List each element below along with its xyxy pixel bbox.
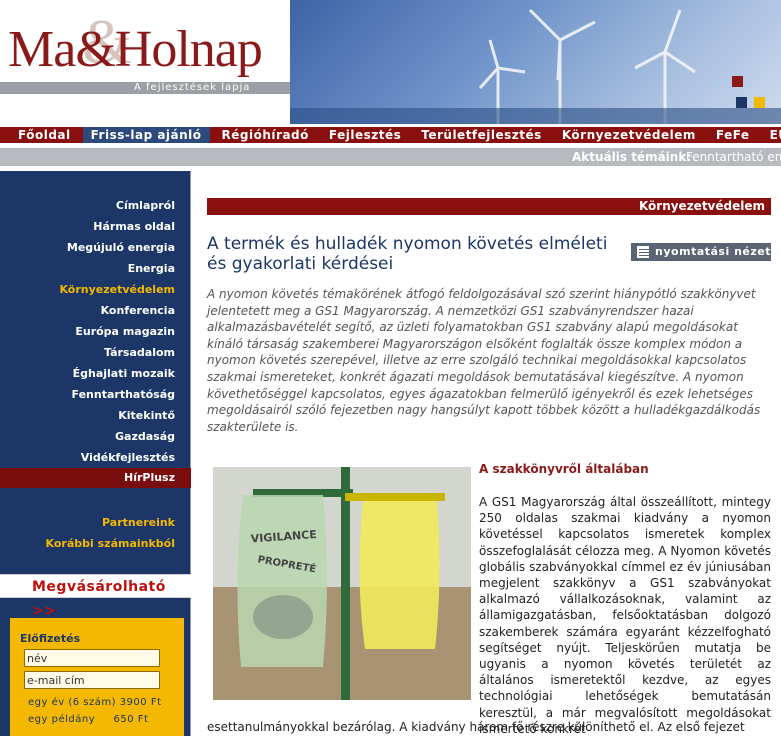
sidebar-item-partnereink[interactable]: Partnereink xyxy=(102,516,175,529)
topics-label: Aktuális témáink: xyxy=(572,150,692,164)
sidebar-item-gazdasag[interactable]: Gazdaság xyxy=(115,430,175,443)
sidebar-item-korabbi-szamaink[interactable]: Korábbi számainkból xyxy=(46,537,175,550)
section-subhead: A szakkönyvről általában xyxy=(479,462,649,476)
main-nav: Főoldal Friss-lap ajánló Régióhíradó Fej… xyxy=(0,127,781,143)
logo-subtitle: A fejlesztések lapja xyxy=(134,82,251,93)
topics-ticker: Aktuális témáink: Fenntartható ene xyxy=(0,148,781,166)
article-title: A termék és hulladék nyomon követés elmé… xyxy=(207,234,608,274)
header-banner-image xyxy=(290,0,781,124)
price-issue[interactable]: egy példány 650 Ft xyxy=(28,714,174,725)
logo-title: Ma&Holnap xyxy=(8,21,263,78)
subscription-box: Előfizetés egy év (6 szám) 3900 Ft egy p… xyxy=(10,618,184,736)
wind-turbines-image xyxy=(290,8,781,124)
nav-item-fooldal[interactable]: Főoldal xyxy=(10,127,79,143)
sidebar-item-kitekinto[interactable]: Kitekintő xyxy=(118,409,175,422)
trash-bags-photo: VIGILANCE PROPRETÉ xyxy=(213,467,471,700)
sidebar: Címlapról Hármas oldal Megújuló energia … xyxy=(0,171,191,736)
buy-link[interactable]: Megvásárolható >> xyxy=(0,574,191,619)
nav-item-regiohirado[interactable]: Régióhíradó xyxy=(214,127,317,143)
nav-item-fefe[interactable]: FeFe xyxy=(708,127,758,143)
section-title-bar: Környezetvédelem xyxy=(207,198,771,215)
article-body-continued: esettanulmányokkal bezárólag. A kiadvány… xyxy=(207,720,745,734)
nav-item-teruletfejlesztes[interactable]: Területfejlesztés xyxy=(413,127,550,143)
sidebar-item-videkfejlesztes[interactable]: Vidékfejlesztés xyxy=(81,451,175,464)
subscription-title: Előfizetés xyxy=(20,632,81,645)
logo[interactable]: & Ma&Holnap A fejlesztések lapja xyxy=(0,0,290,124)
name-field[interactable] xyxy=(24,649,160,667)
nav-item-friss-lap-ajanlo[interactable]: Friss-lap ajánló xyxy=(82,127,210,143)
nav-item-kornyezetvedelem[interactable]: Környezetvédelem xyxy=(554,127,704,143)
document-icon xyxy=(637,246,650,258)
sidebar-item-fenntarthatosag[interactable]: Fenntarthatóság xyxy=(72,388,175,401)
site-header: & Ma&Holnap A fejlesztések lapja xyxy=(0,0,781,124)
sidebar-item-hirplusz[interactable]: HírPlusz xyxy=(0,468,191,488)
sidebar-item-harmas-oldal[interactable]: Hármas oldal xyxy=(93,220,175,233)
print-view-button[interactable]: nyomtatási nézet xyxy=(631,243,771,261)
sidebar-item-energia[interactable]: Energia xyxy=(128,262,175,275)
article-lead: A nyomon követés témakörének átfogó feld… xyxy=(207,287,761,434)
topics-value[interactable]: Fenntartható ene xyxy=(686,148,781,166)
sidebar-item-eghajlati-mozaik[interactable]: Éghajlati mozaik xyxy=(73,367,175,380)
nav-item-eu[interactable]: EU xyxy=(762,127,781,143)
sidebar-item-cimlaprol[interactable]: Címlapról xyxy=(116,199,175,212)
sidebar-item-europa-magazin[interactable]: Európa magazin xyxy=(75,325,175,338)
sidebar-item-megujulo-energia[interactable]: Megújuló energia xyxy=(67,241,175,254)
print-view-label: nyomtatási nézet xyxy=(655,245,771,258)
nav-item-fejlesztes[interactable]: Fejlesztés xyxy=(321,127,409,143)
article-photo: VIGILANCE PROPRETÉ xyxy=(213,467,471,700)
email-field[interactable] xyxy=(24,671,160,689)
sidebar-item-kornyezetvedelem[interactable]: Környezetvédelem xyxy=(59,283,175,296)
sidebar-item-tarsadalom[interactable]: Társadalom xyxy=(104,346,175,359)
price-year[interactable]: egy év (6 szám) 3900 Ft xyxy=(28,697,174,708)
sidebar-item-konferencia[interactable]: Konferencia xyxy=(101,304,175,317)
article-body: A GS1 Magyarország által összeállított, … xyxy=(479,495,771,736)
